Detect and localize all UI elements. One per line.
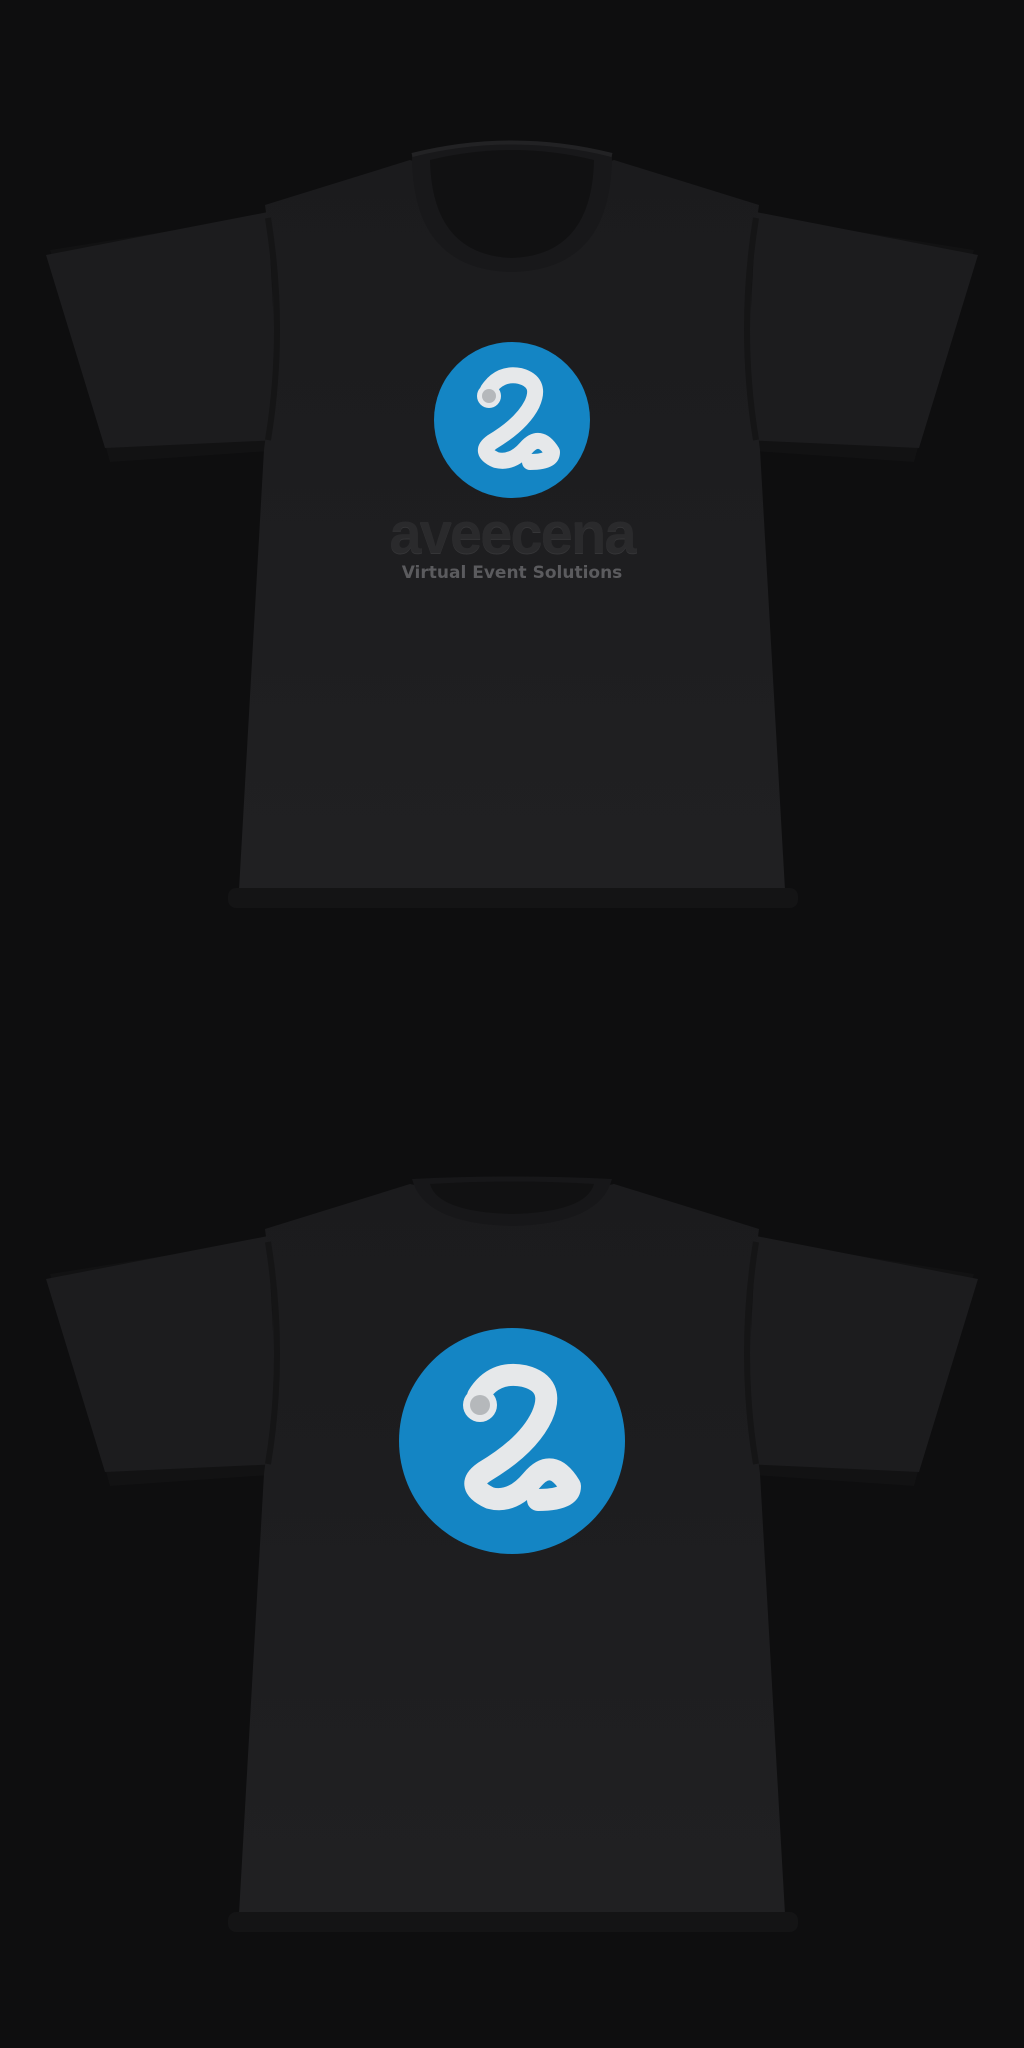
mockup-stage: aveecena Virtual Event Solutions — [0, 0, 1024, 2048]
tshirt-back-view — [0, 1024, 1024, 2048]
aveecena-logo-icon — [399, 1328, 625, 1554]
brand-tagline: Virtual Event Solutions — [401, 563, 623, 583]
tshirt-front-view: aveecena Virtual Event Solutions — [0, 0, 1024, 1024]
brand-wordmark: aveecena — [389, 501, 636, 566]
